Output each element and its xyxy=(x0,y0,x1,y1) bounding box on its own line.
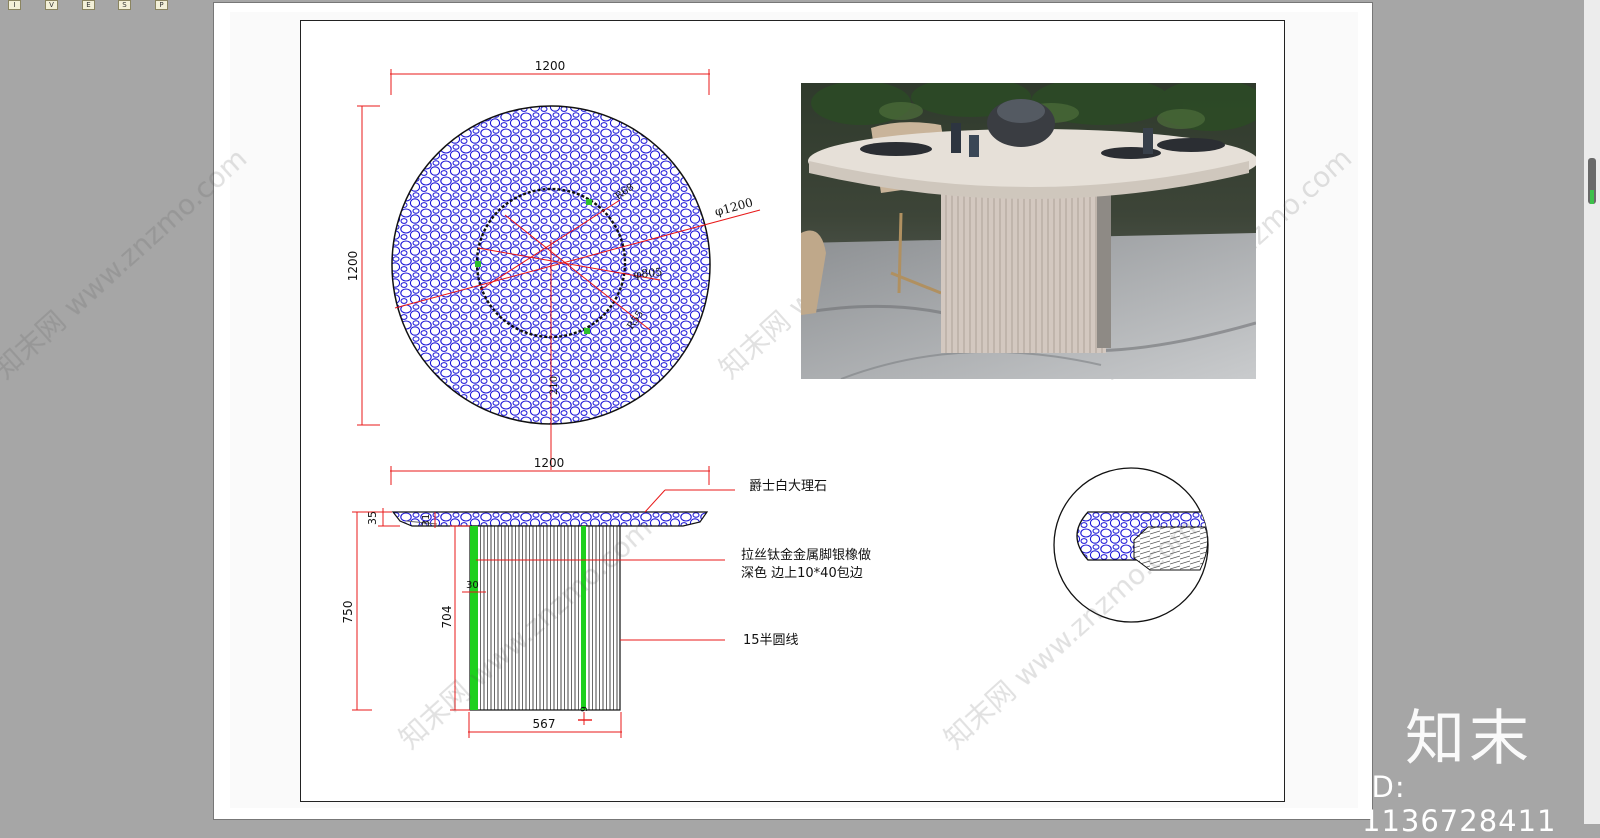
border-dim: 30 xyxy=(466,580,479,591)
top-view-width-dim: 1200 xyxy=(535,59,566,73)
base-width-dim: 567 xyxy=(533,717,556,731)
reference-photo xyxy=(801,83,1256,379)
offset-dim: 210 xyxy=(549,376,560,395)
top-edge-dim: 31 xyxy=(421,514,432,527)
top-view-height-dim: 1200 xyxy=(346,251,360,282)
top-view: 1200 1200 φ1200 φ805 R68 R55 210 xyxy=(346,59,761,470)
top-thickness-dim: 35 xyxy=(366,511,379,525)
side-view: 1200 750 35 31 704 30 567 9 xyxy=(341,456,735,738)
side-tabletop xyxy=(391,511,709,527)
total-height-dim: 750 xyxy=(341,601,355,624)
marble-label: 爵士白大理石 xyxy=(749,478,827,494)
inner-diameter-dim: φ805 xyxy=(633,266,663,281)
half-round-label: 15半圆线 xyxy=(743,633,799,648)
small-dim: 9 xyxy=(580,706,590,712)
legs-label-line1: 拉丝钛金金属脚银橡做 xyxy=(741,547,871,563)
cad-drawing: 1200 1200 φ1200 φ805 R68 R55 210 1200 75… xyxy=(0,59,1358,755)
scrollbar-indicator xyxy=(1590,190,1594,204)
legs-label-line2: 深色 边上10*40包边 xyxy=(741,565,863,581)
leg-height-dim: 704 xyxy=(440,606,454,629)
watermark-logo: 知末 xyxy=(1405,704,1533,774)
watermark-site-1: 知末网 www.znzmo.com xyxy=(0,141,253,385)
diameter-dim: φ1200 xyxy=(713,195,754,219)
vertical-scrollbar[interactable] xyxy=(1584,0,1600,824)
side-view-width-dim: 1200 xyxy=(534,456,565,470)
watermark-id: ID: 1136728411 xyxy=(1362,770,1557,838)
leg-green-edge-right xyxy=(581,526,586,710)
